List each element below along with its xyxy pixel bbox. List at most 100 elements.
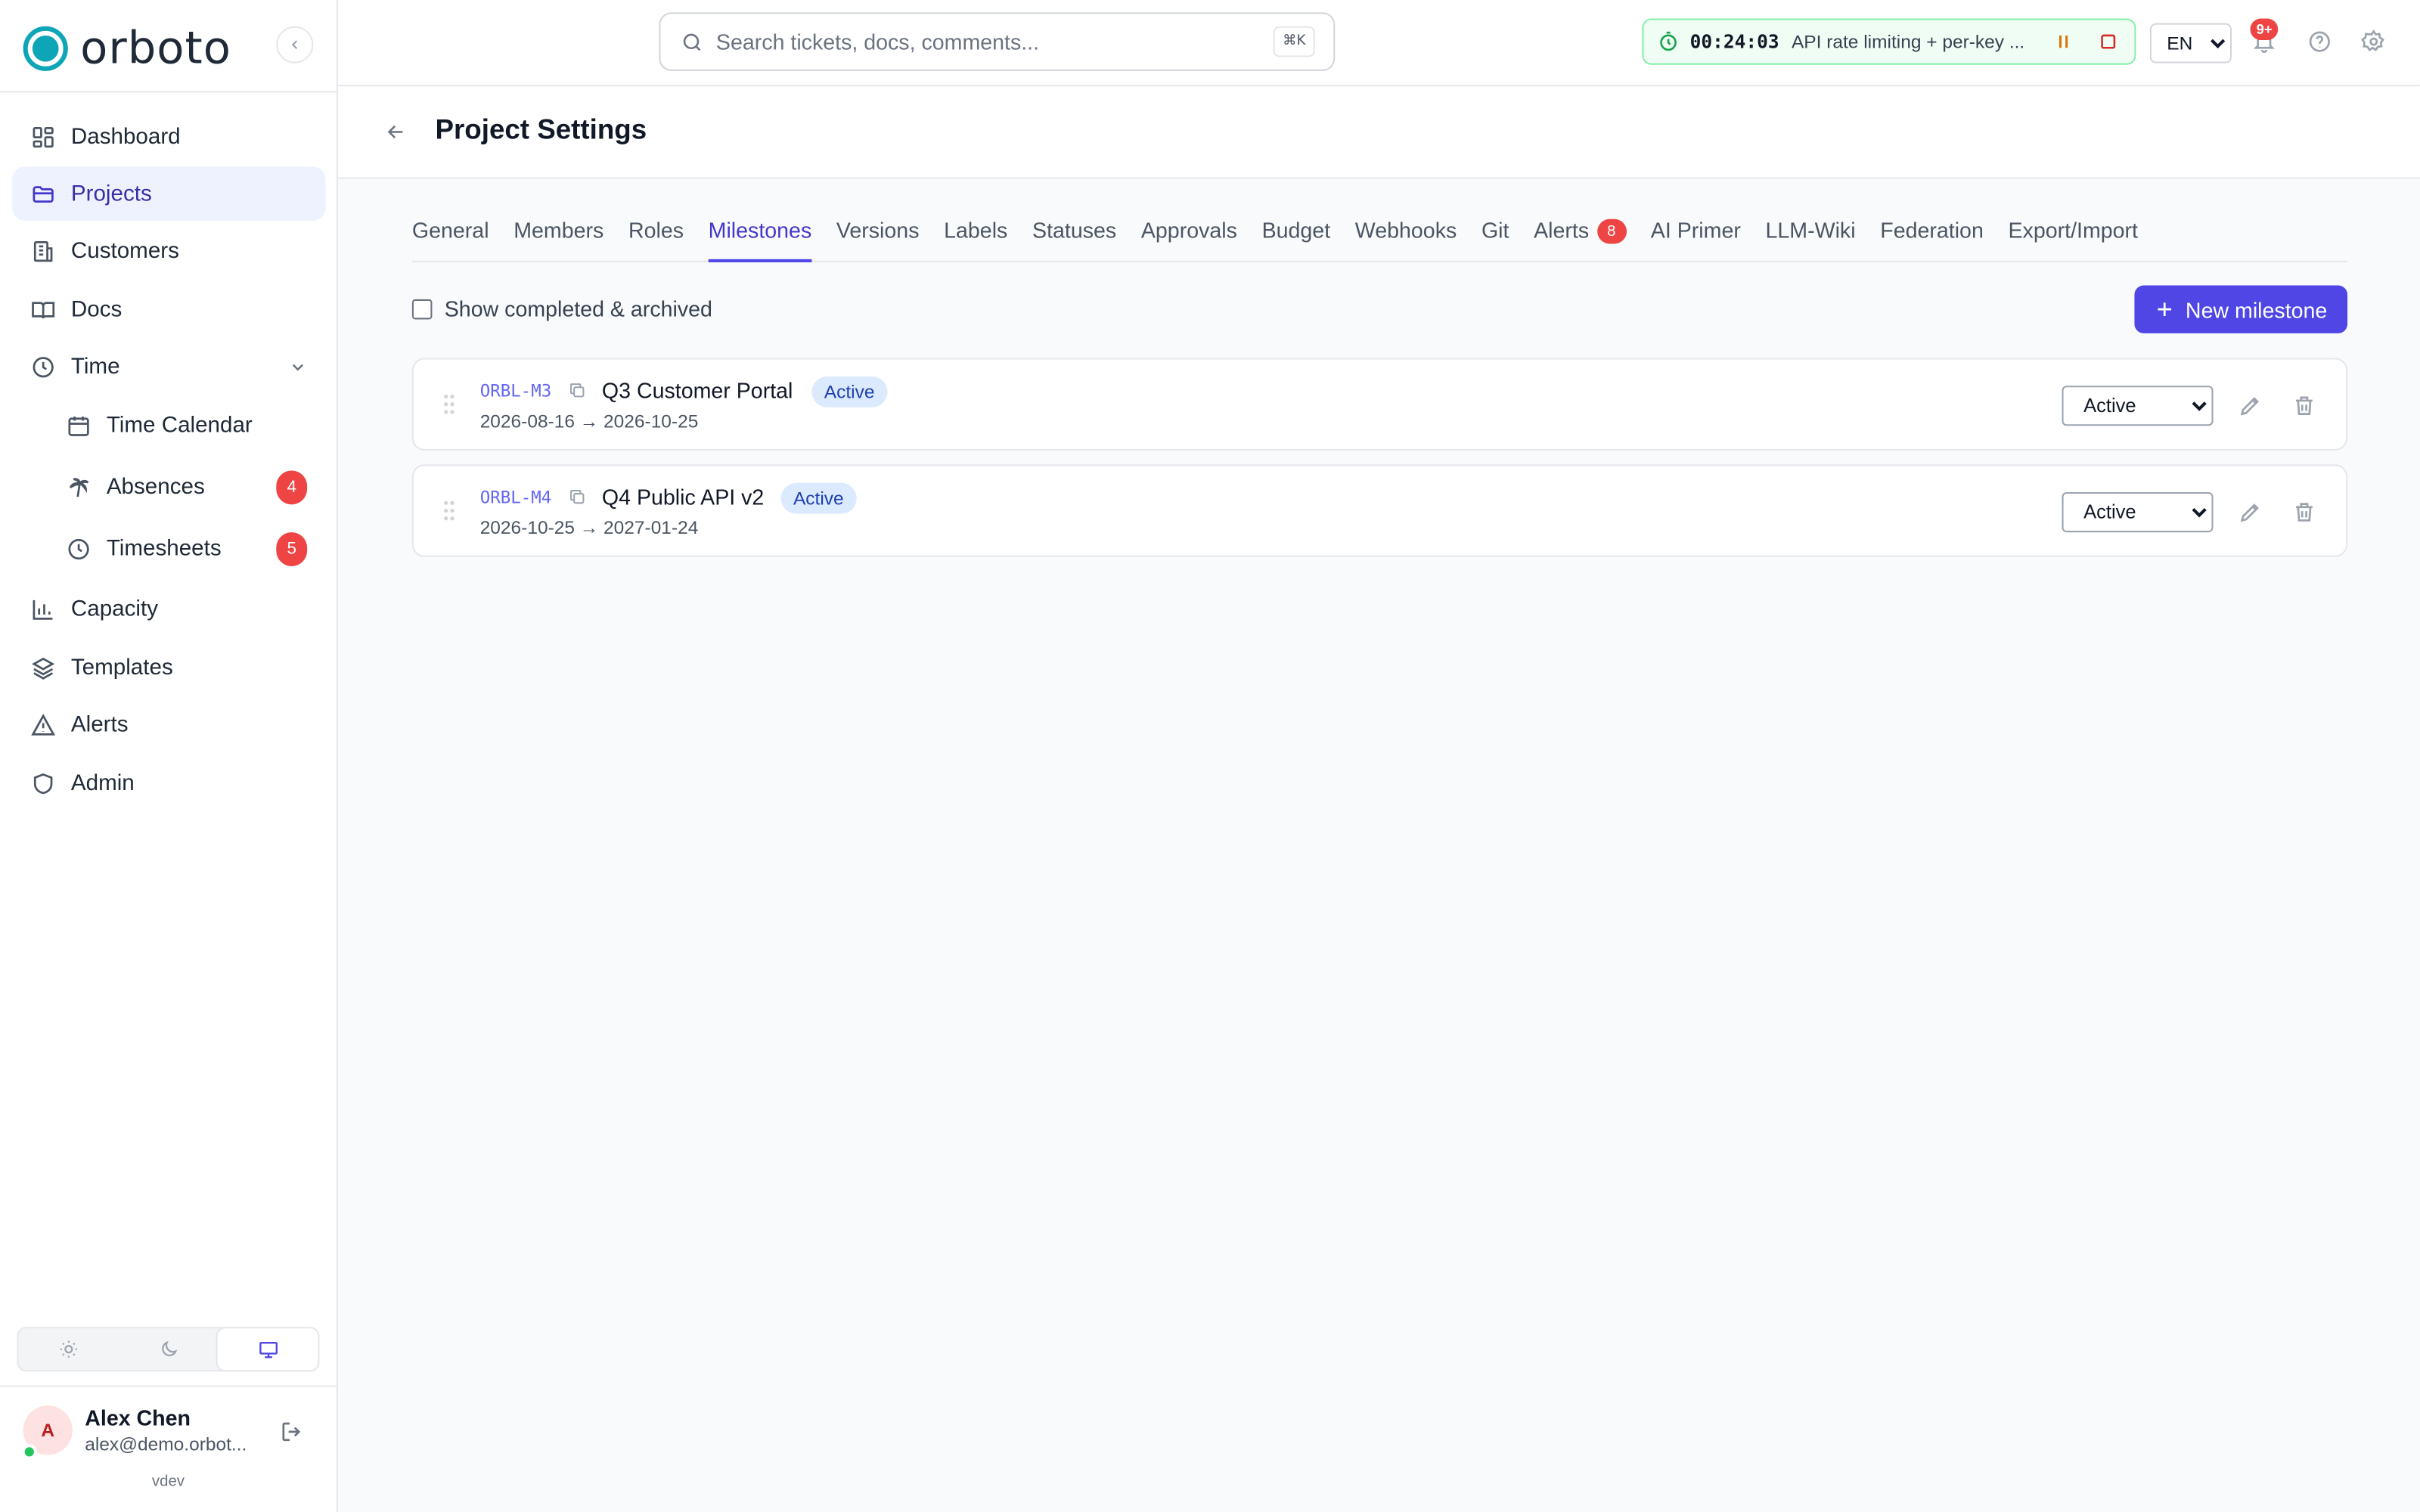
user-profile[interactable]: A Alex Chen alex@demo.orbot... bbox=[21, 1405, 255, 1460]
tab-git[interactable]: Git bbox=[1481, 213, 1509, 261]
delete-milestone-button[interactable] bbox=[2292, 500, 2317, 525]
show-completed-checkbox[interactable] bbox=[411, 298, 433, 319]
help-icon bbox=[2309, 31, 2330, 52]
sidebar-item-docs[interactable]: Docs bbox=[12, 283, 325, 336]
drag-handle-icon[interactable] bbox=[442, 393, 457, 415]
page-header: Project Settings bbox=[337, 86, 2420, 179]
sidebar-item-label: Dashboard bbox=[70, 124, 181, 149]
sidebar-item-customers[interactable]: Customers bbox=[12, 225, 325, 279]
milestone-status-select[interactable]: Active bbox=[2062, 492, 2214, 533]
avatar-initial: A bbox=[41, 1419, 55, 1442]
edit-milestone-button[interactable] bbox=[2238, 500, 2263, 525]
search-input[interactable] bbox=[715, 29, 1257, 54]
sidebar-divider bbox=[0, 91, 337, 93]
milestone-row: ORBL-M3 Q3 Customer Portal Active 2026-0… bbox=[411, 358, 2348, 451]
sidebar-item-alerts[interactable]: Alerts bbox=[12, 699, 325, 752]
show-completed-toggle[interactable]: Show completed & archived bbox=[411, 296, 712, 321]
tab-label: LLM-Wiki bbox=[1765, 217, 1856, 243]
milestone-dates: 2026-08-16 → 2026-10-25 bbox=[479, 410, 699, 432]
building-icon bbox=[31, 240, 56, 265]
tab-milestones[interactable]: Milestones bbox=[708, 213, 812, 262]
running-timer[interactable]: 00:24:03 API rate limiting + per-key ... bbox=[1642, 18, 2136, 65]
sidebar-item-admin[interactable]: Admin bbox=[12, 756, 325, 810]
tab-versions[interactable]: Versions bbox=[836, 213, 920, 261]
brand-name: orboto bbox=[80, 21, 231, 74]
user-email: alex@demo.orbot... bbox=[85, 1433, 247, 1455]
theme-light-option[interactable] bbox=[18, 1328, 118, 1370]
chevron-left-icon bbox=[291, 40, 298, 50]
tab-statuses[interactable]: Statuses bbox=[1032, 213, 1116, 261]
chevron-down-icon[interactable] bbox=[289, 358, 307, 383]
sidebar-item-time[interactable]: Time bbox=[12, 340, 325, 394]
search-shortcut-hint: ⌘K bbox=[1273, 26, 1315, 57]
collapse-sidebar-button[interactable] bbox=[276, 26, 314, 64]
sidebar-item-templates[interactable]: Templates bbox=[12, 641, 325, 695]
app-version: vdev bbox=[151, 1473, 185, 1491]
tab-llm-wiki[interactable]: LLM-Wiki bbox=[1766, 213, 1856, 261]
sidebar-item-dashboard[interactable]: Dashboard bbox=[12, 110, 325, 163]
timer-elapsed: 00:24:03 bbox=[1689, 30, 1779, 53]
plus-icon bbox=[2155, 299, 2175, 320]
milestone-status-select[interactable]: Active bbox=[2062, 386, 2214, 426]
tab-label: Alerts bbox=[1534, 217, 1590, 243]
help-button[interactable] bbox=[2307, 29, 2332, 54]
language-select[interactable]: EN bbox=[2149, 23, 2232, 64]
tab-budget[interactable]: Budget bbox=[1262, 213, 1331, 261]
tab-label: Milestones bbox=[708, 217, 812, 243]
folder-icon bbox=[31, 182, 56, 207]
tab-label: Members bbox=[513, 217, 604, 243]
stop-timer-button[interactable] bbox=[2099, 33, 2117, 51]
settings-tabs: General Members Roles Milestones Version… bbox=[411, 213, 2348, 262]
tab-label: General bbox=[411, 217, 489, 243]
search-box[interactable]: ⌘K bbox=[659, 12, 1336, 71]
tab-label: Git bbox=[1481, 217, 1509, 243]
tab-roles[interactable]: Roles bbox=[628, 213, 684, 261]
new-milestone-button[interactable]: New milestone bbox=[2134, 285, 2348, 333]
notifications-badge: 9+ bbox=[2250, 18, 2279, 41]
copy-key-button[interactable] bbox=[568, 381, 586, 399]
pause-timer-button[interactable] bbox=[2054, 33, 2072, 51]
tab-label: Federation bbox=[1880, 217, 1984, 243]
tab-approvals[interactable]: Approvals bbox=[1141, 213, 1237, 261]
milestone-key[interactable]: ORBL-M3 bbox=[480, 381, 552, 401]
tab-general[interactable]: General bbox=[412, 213, 489, 261]
sidebar-item-label: Alerts bbox=[70, 713, 129, 738]
delete-milestone-button[interactable] bbox=[2292, 393, 2317, 418]
milestone-name: Q3 Customer Portal bbox=[601, 377, 793, 403]
drag-handle-icon[interactable] bbox=[442, 500, 457, 522]
tab-ai-primer[interactable]: AI Primer bbox=[1651, 213, 1741, 261]
sidebar-item-timesheets[interactable]: Timesheets 5 bbox=[12, 522, 325, 579]
sidebar-item-label: Timesheets bbox=[106, 538, 222, 562]
milestone-key[interactable]: ORBL-M4 bbox=[480, 488, 552, 508]
theme-system-option[interactable] bbox=[218, 1328, 318, 1371]
sidebar-item-label: Projects bbox=[70, 181, 152, 207]
avatar: A bbox=[21, 1405, 73, 1460]
sidebar: orboto Dashboard Projects Customers Docs bbox=[0, 0, 338, 1512]
tab-label: Versions bbox=[836, 217, 920, 243]
new-milestone-label: New milestone bbox=[2185, 296, 2328, 322]
sidebar-item-time-calendar[interactable]: Time Calendar bbox=[12, 398, 325, 455]
settings-button[interactable] bbox=[2361, 29, 2386, 54]
tab-label: Export/Import bbox=[2008, 217, 2138, 243]
copy-icon bbox=[570, 489, 585, 504]
tab-alerts[interactable]: Alerts 8 bbox=[1534, 213, 1627, 261]
sidebar-item-capacity[interactable]: Capacity bbox=[12, 583, 325, 637]
pencil-icon bbox=[2240, 503, 2259, 522]
tab-export-import[interactable]: Export/Import bbox=[2008, 213, 2137, 261]
sidebar-item-absences[interactable]: Absences 4 bbox=[12, 460, 325, 517]
sidebar-item-label: Time bbox=[70, 355, 120, 380]
back-button[interactable] bbox=[384, 120, 408, 144]
logout-button[interactable] bbox=[279, 1420, 304, 1452]
tab-members[interactable]: Members bbox=[513, 213, 603, 261]
sidebar-item-projects[interactable]: Projects bbox=[12, 167, 326, 222]
tab-labels[interactable]: Labels bbox=[944, 213, 1007, 261]
tab-webhooks[interactable]: Webhooks bbox=[1355, 213, 1457, 261]
logo[interactable]: orboto bbox=[23, 22, 231, 74]
copy-key-button[interactable] bbox=[568, 488, 586, 506]
theme-dark-option[interactable] bbox=[118, 1328, 218, 1370]
pause-icon bbox=[2059, 35, 2068, 48]
edit-milestone-button[interactable] bbox=[2238, 393, 2263, 418]
sidebar-nav: Dashboard Projects Customers Docs Time T… bbox=[12, 110, 326, 814]
palm-tree-icon bbox=[67, 476, 92, 500]
tab-federation[interactable]: Federation bbox=[1880, 213, 1984, 261]
